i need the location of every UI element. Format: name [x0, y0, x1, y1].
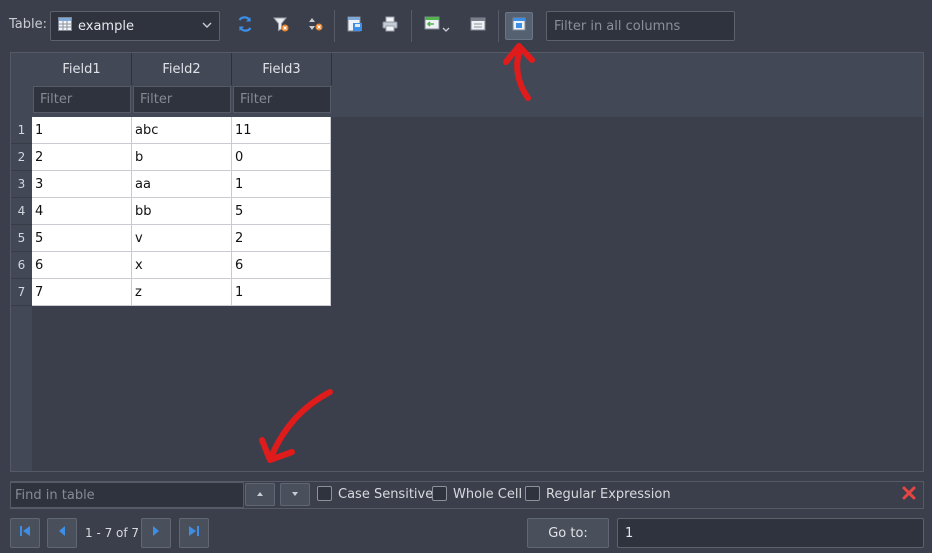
last-page-icon — [188, 525, 200, 541]
toggle-format-toolbar-button[interactable] — [505, 12, 533, 40]
previous-page-button[interactable] — [47, 518, 77, 548]
clear-sorting-button[interactable] — [301, 12, 329, 40]
column-filter-field1[interactable] — [33, 86, 131, 113]
table-cell[interactable]: 2 — [32, 144, 132, 171]
record-count: 1 - 7 of 7 — [85, 526, 140, 540]
toggle-format-toolbar-icon — [510, 15, 528, 37]
find-in-table-input[interactable] — [10, 482, 244, 508]
table-cell[interactable]: aa — [132, 171, 232, 198]
regular-expression-label[interactable]: Regular Expression — [546, 487, 671, 502]
table-cell[interactable]: 1 — [232, 279, 331, 306]
table-cell[interactable]: 5 — [32, 225, 132, 252]
table-cell[interactable]: 0 — [232, 144, 331, 171]
toolbar-separator — [411, 10, 412, 42]
row-number[interactable]: 1 — [11, 117, 32, 144]
case-sensitive-checkbox[interactable] — [317, 486, 332, 501]
whole-cell-checkbox[interactable] — [432, 486, 447, 501]
case-sensitive-label[interactable]: Case Sensitive — [338, 487, 433, 502]
print-icon — [381, 15, 399, 37]
table-cell[interactable]: x — [132, 252, 232, 279]
table-select[interactable]: example — [50, 11, 220, 41]
table-cell[interactable]: 1 — [232, 171, 331, 198]
delete-record-icon — [469, 15, 487, 37]
column-header-field3[interactable]: Field3 — [232, 53, 332, 85]
table-cell[interactable]: z — [132, 279, 232, 306]
toolbar-separator — [334, 10, 335, 42]
clear-filter-icon — [272, 15, 290, 37]
column-filter-field3[interactable] — [233, 86, 331, 113]
chevron-up-icon — [255, 487, 265, 502]
clear-filters-button[interactable] — [267, 12, 295, 40]
row-number[interactable]: 6 — [11, 252, 32, 279]
next-page-button[interactable] — [141, 518, 171, 548]
row-number[interactable]: 2 — [11, 144, 32, 171]
row-number[interactable]: 7 — [11, 279, 32, 306]
table-cell[interactable]: 6 — [32, 252, 132, 279]
first-page-button[interactable] — [10, 518, 40, 548]
table-cell[interactable]: b — [132, 144, 232, 171]
table-label: Table: — [9, 17, 47, 32]
find-previous-button[interactable] — [245, 483, 275, 506]
go-to-button[interactable]: Go to: — [527, 518, 609, 548]
row-number[interactable]: 5 — [11, 225, 32, 252]
find-next-button[interactable] — [280, 483, 310, 506]
table-cell[interactable]: 2 — [232, 225, 331, 252]
table-cell[interactable]: 11 — [232, 117, 331, 144]
clear-sort-icon — [306, 15, 324, 37]
column-header-field2[interactable]: Field2 — [132, 53, 232, 85]
table-cell[interactable]: 4 — [32, 198, 132, 225]
row-number[interactable]: 3 — [11, 171, 32, 198]
go-to-input[interactable] — [617, 518, 924, 548]
arrow-left-icon — [56, 525, 68, 541]
row-number[interactable]: 4 — [11, 198, 32, 225]
close-icon — [901, 486, 917, 505]
table-icon — [58, 17, 72, 35]
save-filter-button[interactable] — [341, 12, 369, 40]
insert-record-icon — [422, 13, 452, 39]
regular-expression-checkbox[interactable] — [525, 486, 540, 501]
chevron-down-icon — [201, 19, 213, 35]
delete-record-button[interactable] — [464, 12, 492, 40]
column-header-field1[interactable]: Field1 — [32, 53, 132, 85]
last-page-button[interactable] — [179, 518, 209, 548]
save-filter-view-icon — [346, 15, 364, 37]
refresh-button[interactable] — [231, 12, 259, 40]
toolbar-separator — [498, 10, 499, 42]
chevron-down-icon — [290, 487, 300, 502]
table-cell[interactable]: 7 — [32, 279, 132, 306]
table-cell[interactable]: 1 — [32, 117, 132, 144]
table-cell[interactable]: bb — [132, 198, 232, 225]
whole-cell-label[interactable]: Whole Cell — [453, 487, 522, 502]
close-find-button[interactable] — [901, 485, 917, 505]
print-button[interactable] — [376, 12, 404, 40]
refresh-icon — [236, 15, 254, 37]
table-cell[interactable]: v — [132, 225, 232, 252]
insert-record-button[interactable] — [418, 12, 456, 40]
table-cell[interactable]: 6 — [232, 252, 331, 279]
table-cell[interactable]: 5 — [232, 198, 331, 225]
first-page-icon — [19, 525, 31, 541]
table-cell[interactable]: 3 — [32, 171, 132, 198]
column-filter-field2[interactable] — [133, 86, 231, 113]
table-select-value: example — [78, 18, 134, 34]
arrow-right-icon — [150, 525, 162, 541]
filter-all-columns-input[interactable] — [546, 11, 735, 41]
table-cell[interactable]: abc — [132, 117, 232, 144]
